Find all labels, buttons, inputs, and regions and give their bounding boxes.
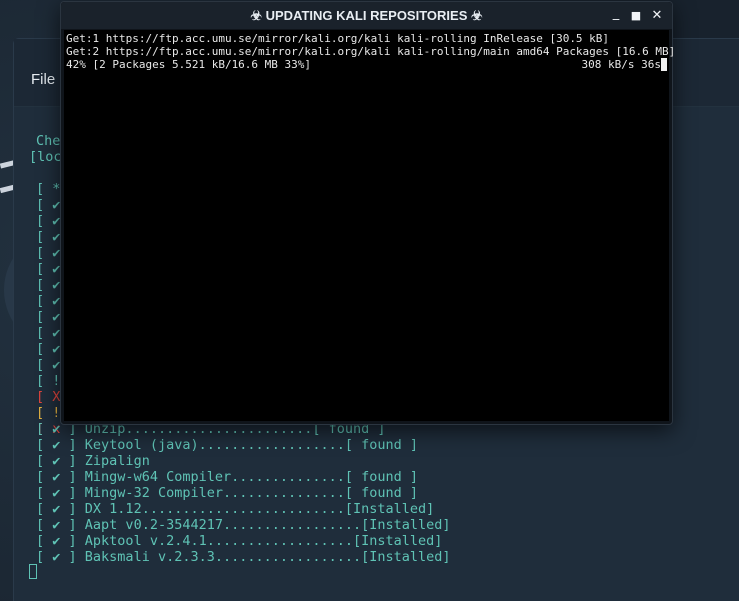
- status-bracket-close: ]: [60, 533, 85, 549]
- status-bracket: [: [36, 325, 45, 341]
- status-bracket-close: ]: [60, 549, 85, 565]
- status-bracket: [: [36, 293, 45, 309]
- status-bracket: [: [36, 373, 45, 389]
- status-bracket: [: [36, 357, 45, 373]
- updating-repositories-window[interactable]: ☣ UPDATING KALI REPOSITORIES ☣ _ ■ ✕ Get…: [60, 1, 675, 425]
- status-bracket-close: ]: [60, 517, 85, 533]
- status-row: [ ✔ ] Zipalign: [36, 453, 150, 469]
- terminal-progress-line: 42% [2 Packages 5.521 kB/16.6 MB 33%]: [66, 58, 312, 71]
- dependency-label: Zipalign: [84, 453, 150, 469]
- status-row: [ X: [36, 389, 60, 405]
- location-heading: [loc: [29, 149, 62, 165]
- status-bracket-open: [: [36, 453, 53, 469]
- status-row: [ ✔ ] Keytool (java)..................[ …: [36, 437, 418, 453]
- status-row: [ ✔: [36, 293, 60, 309]
- status-row: [ ✔: [36, 261, 60, 277]
- status-row: [ ✔ ] DX 1.12.........................[I…: [36, 501, 434, 517]
- status-bracket-close: ]: [60, 485, 85, 501]
- dependency-label: Baksmali v.2.3.3..................[Insta…: [84, 549, 451, 565]
- status-row: [ !: [36, 405, 60, 421]
- menu-file[interactable]: File: [31, 71, 55, 88]
- check-heading: Che: [36, 133, 61, 149]
- terminal-output-line: Get:2 https://ftp.acc.umu.se/mirror/kali…: [66, 45, 676, 58]
- status-bracket: [: [36, 213, 45, 229]
- status-bracket-close: ]: [60, 501, 85, 517]
- status-row: [ ✔: [36, 341, 60, 357]
- status-bracket-open: [: [36, 517, 53, 533]
- status-bracket: [: [36, 309, 45, 325]
- status-bracket: [: [36, 341, 45, 357]
- dependency-label: DX 1.12.........................[Install…: [84, 501, 435, 517]
- dependency-label: Mingw-32 Compiler...............[ found …: [84, 485, 419, 501]
- status-bracket-open: [: [36, 437, 53, 453]
- status-bracket-open: [: [36, 485, 53, 501]
- status-bracket-open: [: [36, 533, 53, 549]
- status-bracket: [: [36, 181, 45, 197]
- status-bracket-close: ]: [60, 437, 85, 453]
- status-row: [ ✔ ] Baksmali v.2.3.3..................…: [36, 549, 451, 565]
- terminal-output-area[interactable]: Get:1 https://ftp.acc.umu.se/mirror/kali…: [64, 30, 675, 421]
- status-bracket: [: [36, 229, 45, 245]
- maximize-button[interactable]: ■: [627, 7, 645, 25]
- status-row: [ ✔: [36, 309, 60, 325]
- background-terminal-cursor: [29, 564, 37, 579]
- status-bracket-open: [: [36, 421, 53, 437]
- terminal-output-line: Get:1 https://ftp.acc.umu.se/mirror/kali…: [66, 32, 610, 45]
- dependency-label: Mingw-w64 Compiler..............[ found …: [84, 469, 419, 485]
- status-row: [ *: [36, 181, 60, 197]
- dependency-label: Aapt v0.2-3544217.................[Insta…: [84, 517, 451, 533]
- status-row: [ ✔: [36, 277, 60, 293]
- close-button[interactable]: ✕: [648, 7, 666, 25]
- status-bracket: [: [36, 261, 45, 277]
- status-row: [ ✔: [36, 325, 60, 341]
- status-row: [ ✔: [36, 213, 60, 229]
- status-bracket-close: ]: [60, 469, 85, 485]
- status-row: [ ✔: [36, 229, 60, 245]
- window-titlebar[interactable]: ☣ UPDATING KALI REPOSITORIES ☣ _ ■ ✕: [61, 2, 672, 29]
- status-row: [ ✔ ] Apktool v.2.4.1..................[…: [36, 533, 442, 549]
- status-bracket: [: [36, 197, 45, 213]
- minimize-button[interactable]: _: [607, 5, 625, 23]
- status-row: [ !: [36, 373, 60, 389]
- status-bracket-open: [: [36, 469, 53, 485]
- window-title: ☣ UPDATING KALI REPOSITORIES ☣: [250, 8, 483, 23]
- status-bracket: [: [36, 277, 45, 293]
- status-bracket-open: [: [36, 549, 53, 565]
- status-row: [ ✔ ] Mingw-w64 Compiler..............[ …: [36, 469, 418, 485]
- status-row: [ ✔: [36, 357, 60, 373]
- status-row: [ ✔: [36, 197, 60, 213]
- status-row: [ ✔ ] Aapt v0.2-3544217.................…: [36, 517, 451, 533]
- status-bracket-close: ]: [60, 453, 85, 469]
- status-bracket: [: [36, 389, 45, 405]
- download-speed: 308 kB/s 36s: [581, 58, 661, 71]
- status-bracket: [: [36, 245, 45, 261]
- status-bracket: [: [36, 405, 45, 421]
- terminal-cursor: [661, 58, 667, 71]
- status-row: [ ✔: [36, 245, 60, 261]
- status-row: [ ✔ ] Mingw-32 Compiler...............[ …: [36, 485, 418, 501]
- dependency-label: Keytool (java)..................[ found …: [84, 437, 419, 453]
- status-bracket-open: [: [36, 501, 53, 517]
- dependency-label: Apktool v.2.4.1..................[Instal…: [84, 533, 443, 549]
